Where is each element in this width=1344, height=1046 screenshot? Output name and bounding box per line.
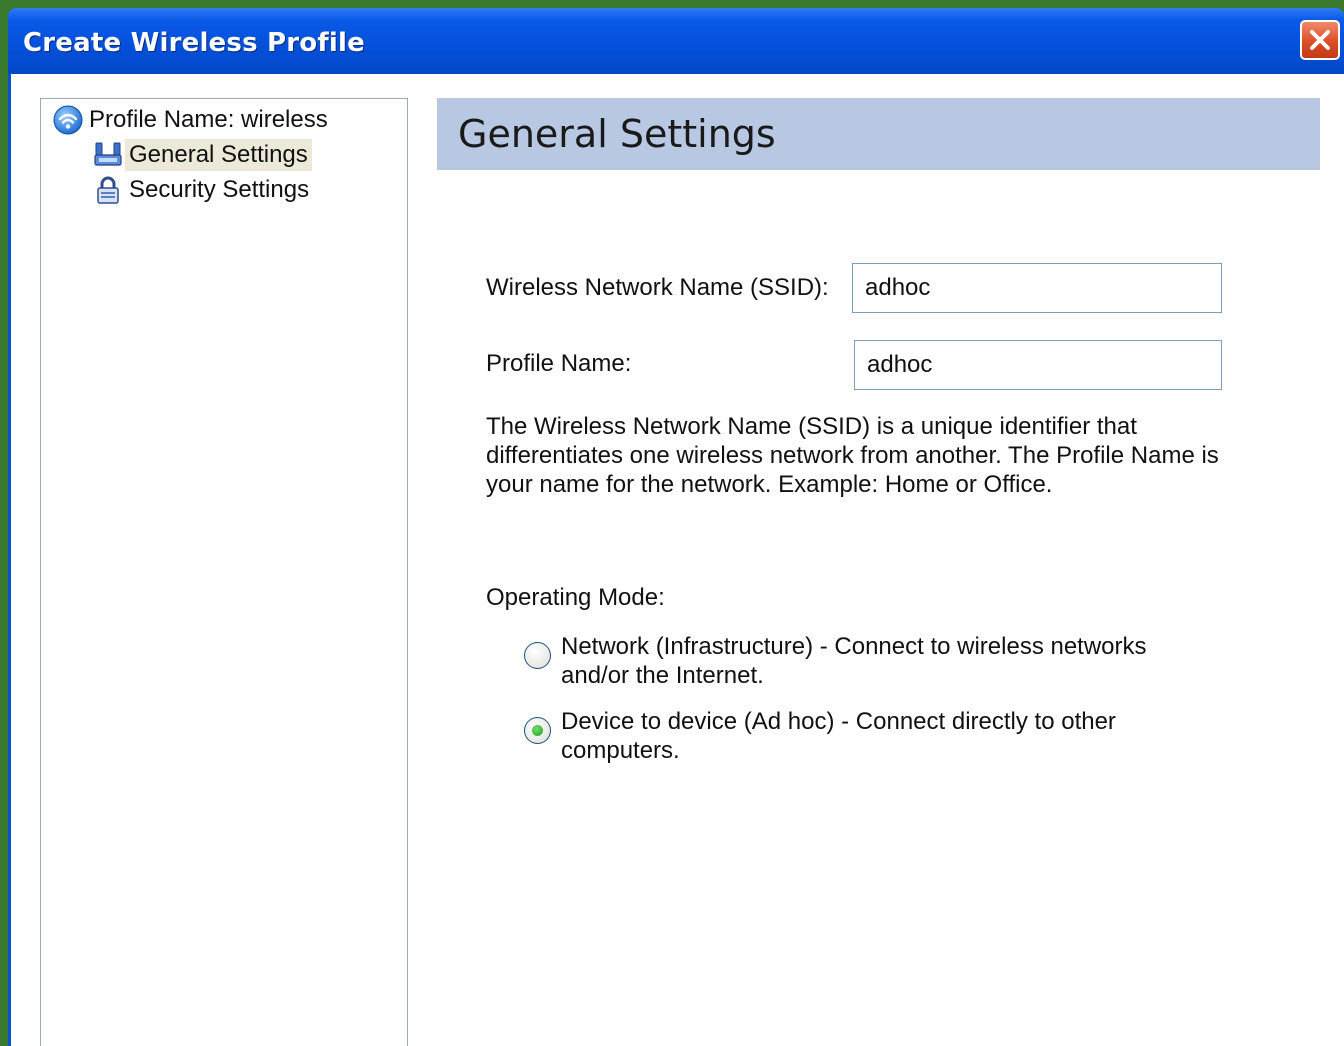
wireless-icon [51, 103, 85, 137]
tree-item-profile-name[interactable]: Profile Name: wireless [51, 103, 332, 137]
ssid-label: Wireless Network Name (SSID): [486, 274, 829, 301]
title-bar[interactable]: Create Wireless Profile [8, 8, 1344, 74]
tree-item-label: Security Settings [129, 176, 310, 203]
radio-adhoc[interactable] [524, 717, 551, 744]
window-title: Create Wireless Profile [23, 28, 365, 58]
option-label: Network (Infrastructure) - Connect to wi… [561, 633, 1147, 689]
section-header: General Settings [437, 98, 1320, 170]
create-wireless-profile-window: Create Wireless Profile Profile Name: wi… [8, 8, 1344, 1046]
operating-mode-label: Operating Mode: [486, 584, 665, 611]
radio-infrastructure[interactable] [524, 642, 551, 669]
tree-item-general-settings[interactable]: General Settings [91, 138, 312, 172]
ssid-input[interactable] [852, 263, 1222, 313]
profile-name-label: Profile Name: [486, 350, 632, 377]
close-icon [1310, 30, 1330, 50]
option-adhoc[interactable]: Device to device (Ad hoc) - Connect dire… [524, 707, 1151, 765]
radio-selected-dot [532, 725, 543, 736]
tree-item-label: General Settings [125, 139, 312, 171]
tree-item-security-settings[interactable]: Security Settings [91, 173, 313, 207]
close-button[interactable] [1300, 20, 1340, 60]
option-infrastructure[interactable]: Network (Infrastructure) - Connect to wi… [524, 632, 1151, 690]
profile-tree: Profile Name: wireless General Settings [40, 98, 408, 1046]
option-label: Device to device (Ad hoc) - Connect dire… [561, 708, 1116, 764]
section-title: General Settings [458, 112, 776, 156]
lock-icon [91, 173, 125, 207]
tree-item-label: Profile Name: wireless [89, 106, 328, 133]
network-icon [91, 138, 125, 172]
profile-name-input[interactable] [854, 340, 1222, 390]
dialog-body: Profile Name: wireless General Settings [11, 74, 1344, 1046]
ssid-description: The Wireless Network Name (SSID) is a un… [486, 413, 1219, 498]
